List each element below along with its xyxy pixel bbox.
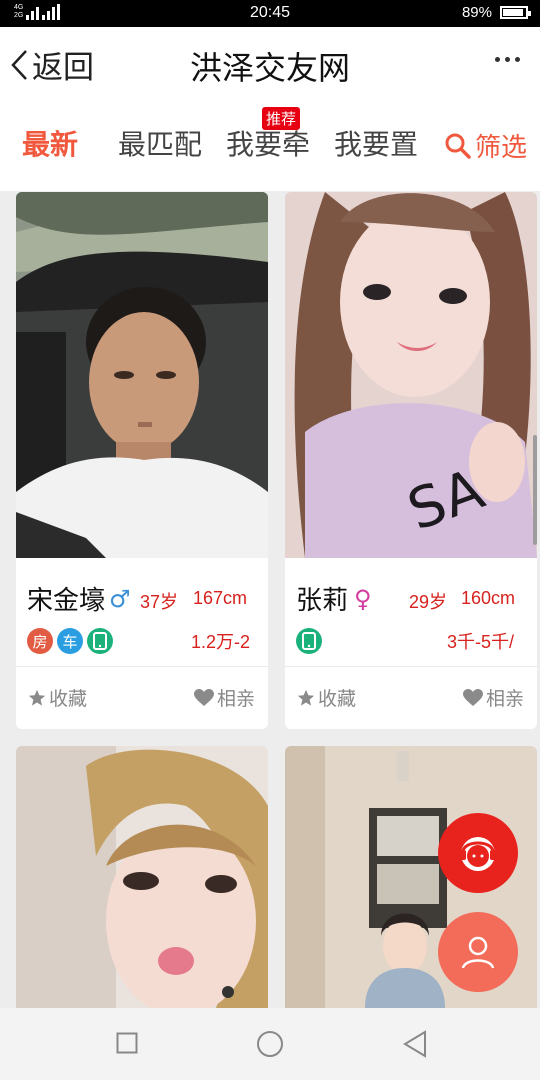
star-icon [28,689,46,706]
card-info: 张莉 ♀ 29岁 160cm 3千-5千/ 收藏 相亲 [285,558,537,729]
system-nav-bar [0,1008,540,1080]
favorite-label: 收藏 [318,688,357,710]
more-icon[interactable] [495,57,520,62]
filter-label: 筛选 [475,133,528,163]
battery-icon [500,6,531,19]
profile-name-row: 宋金壕 ♂ [27,580,131,617]
profile-name: 张莉 [296,586,349,616]
car-icon: 车 [57,628,83,654]
profile-tags: 房 车 [27,628,113,654]
phone-icon [87,628,113,654]
profile-height: 167cm [193,588,248,608]
profile-photo[interactable] [16,746,268,1008]
scrollbar[interactable] [533,435,537,545]
tab-latest[interactable]: 最新 [22,123,78,163]
home-icon[interactable] [256,1030,284,1058]
customer-service-icon [460,837,496,871]
profile-photo-female[interactable]: SAY [285,192,537,558]
star-icon [297,689,315,706]
profile-height: 160cm [461,588,516,608]
filter-button[interactable]: 筛选 [444,127,527,164]
tab-best-match[interactable]: 最匹配 [118,123,202,163]
tab-i-post[interactable]: 我要置 [334,123,418,163]
search-icon [445,133,471,159]
profile-age: 29岁 [409,592,448,612]
customer-service-button[interactable] [438,813,518,893]
back-nav-icon[interactable] [402,1030,428,1058]
profile-photo-male[interactable] [16,192,268,558]
profile-card[interactable]: 宋金壕 ♂ 37岁 167cm 房 车 1.2万-2 收藏 相亲 [16,192,268,729]
female-icon: ♀ [354,584,372,613]
heart-icon [194,688,214,706]
profile-income: 1.2万-2 [191,632,251,652]
battery-percent: 89% [461,4,492,21]
match-label: 相亲 [217,688,256,710]
male-icon: ♂ [109,584,131,613]
tab-i-match[interactable]: 我要牵 [226,123,310,163]
favorite-label: 收藏 [49,688,88,710]
match-button[interactable]: 相亲 [194,684,255,711]
card-info: 宋金壕 ♂ 37岁 167cm 房 车 1.2万-2 收藏 相亲 [16,558,268,729]
heart-icon [463,688,483,706]
match-label: 相亲 [486,688,525,710]
recents-icon[interactable] [116,1032,138,1054]
tab-bar: 最新 最匹配 推荐 我要牵 我要置 筛选 [0,103,540,191]
battery-area: 89% [461,4,531,21]
profile-card[interactable] [16,746,268,1008]
profile-card[interactable]: SAY 张莉 ♀ 29岁 160cm 3千-5千/ 收藏 相亲 [285,192,537,729]
phone-icon [296,628,322,654]
app-header: 返回 洪泽交友网 [0,27,540,103]
profile-button[interactable] [438,912,518,992]
favorite-button[interactable]: 收藏 [297,684,356,711]
profile-name: 宋金壕 [27,586,106,616]
profile-age: 37岁 [140,592,179,612]
card-divider [285,666,537,667]
profile-tags [296,628,322,654]
favorite-button[interactable]: 收藏 [28,684,87,711]
house-icon: 房 [27,628,53,654]
status-bar: 4G 2G 20:45 89% [0,0,540,27]
profile-name-row: 张莉 ♀ [296,580,372,617]
card-divider [16,666,268,667]
profile-income: 3千-5千/ [447,632,515,652]
user-icon [461,936,495,969]
clock: 20:45 [249,4,291,21]
page-title: 洪泽交友网 [189,49,350,87]
match-button[interactable]: 相亲 [463,684,524,711]
